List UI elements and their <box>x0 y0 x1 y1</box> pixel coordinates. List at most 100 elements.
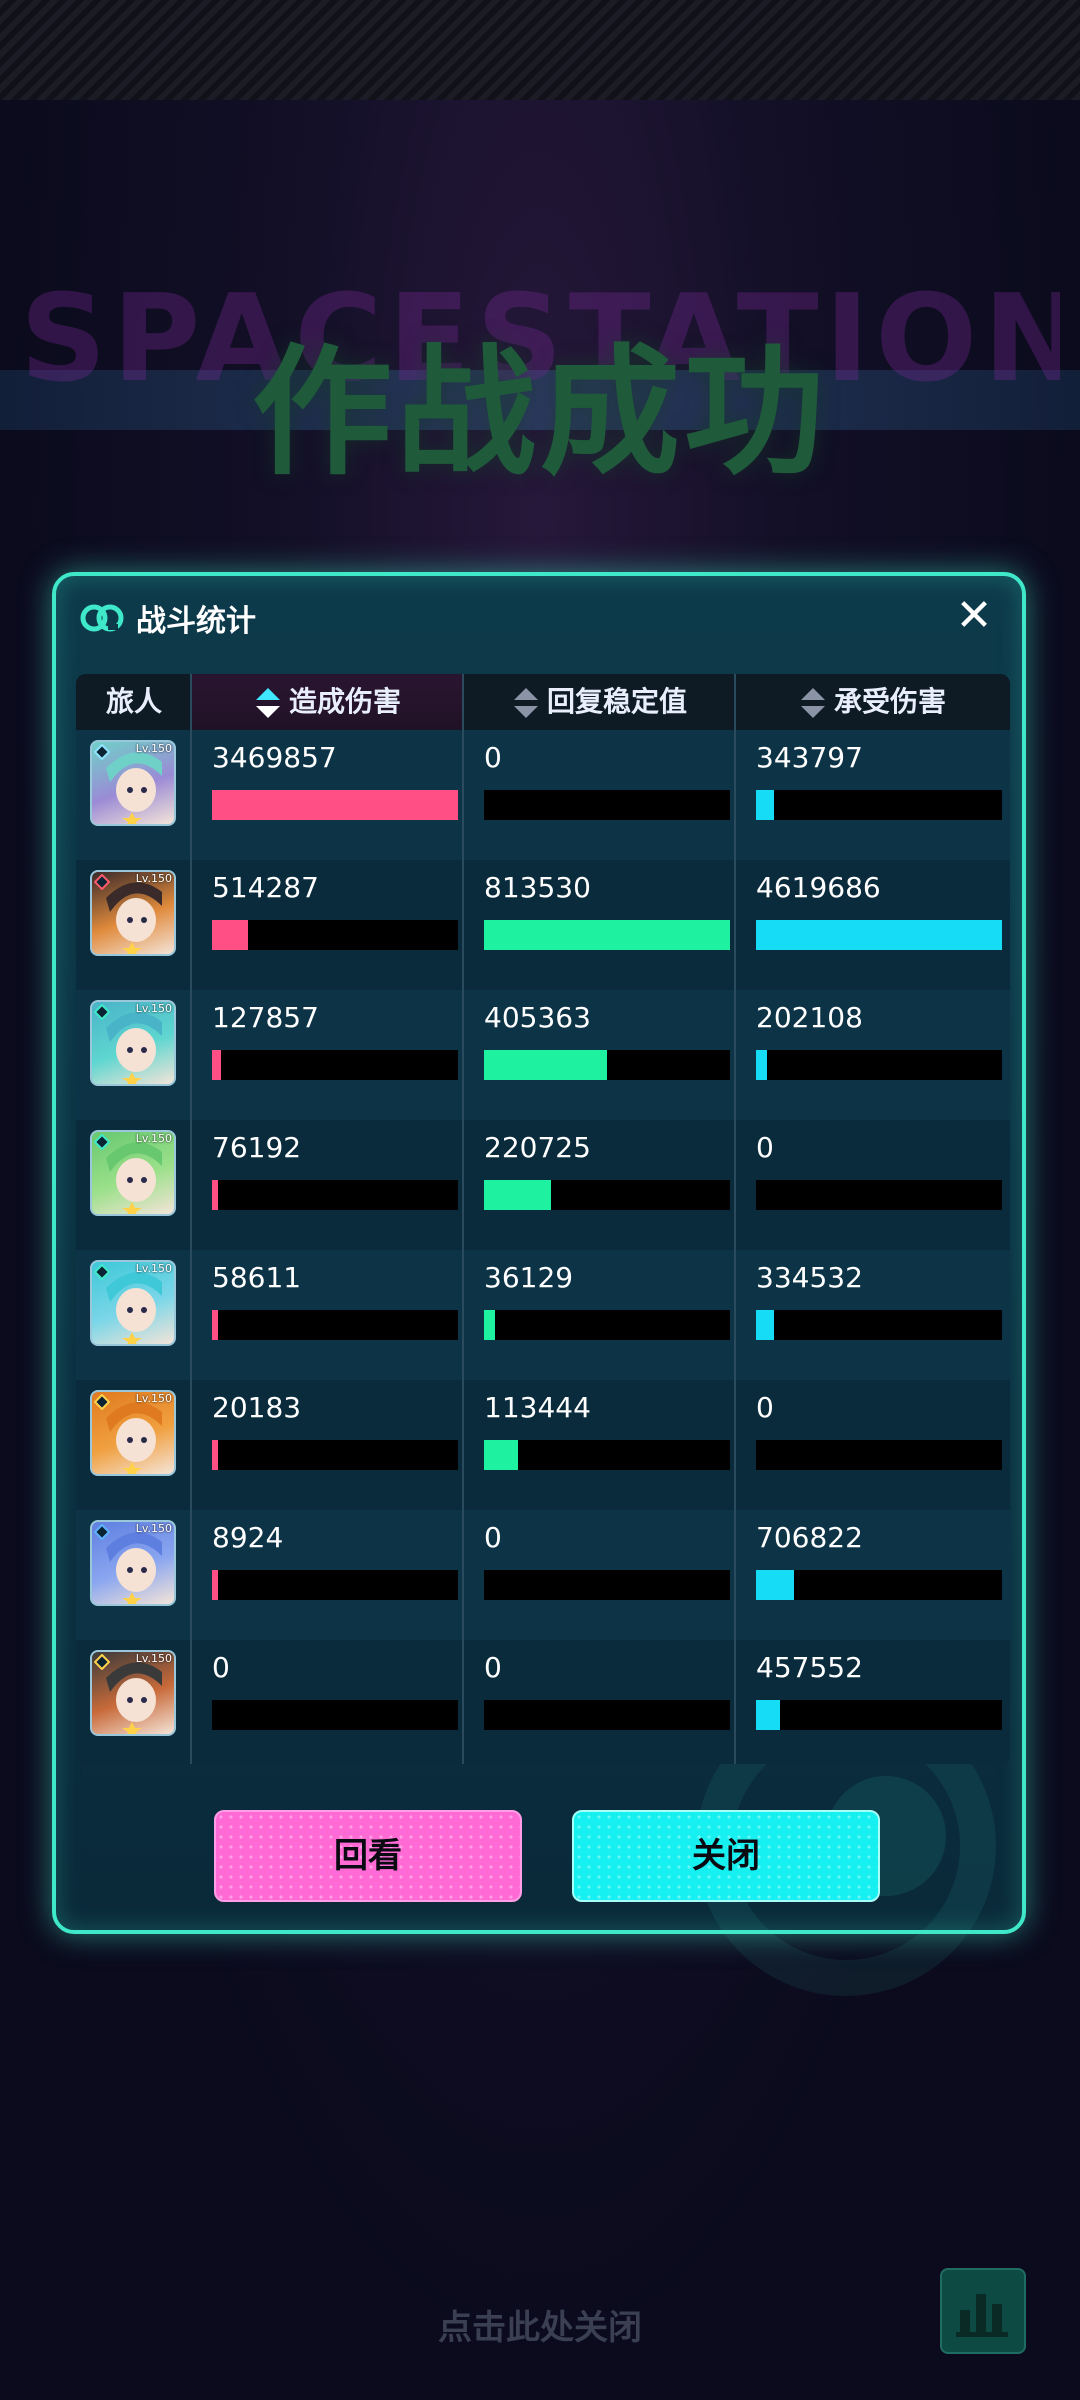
stat-bar-fill <box>756 920 1002 950</box>
stat-cell-damage-dealt: 3469857 <box>212 738 458 820</box>
stat-bar-fill <box>484 1050 607 1080</box>
class-badge-icon <box>93 1523 111 1541</box>
stat-bar <box>212 1700 458 1730</box>
table-row: Lv.150 514287 813530 4619686 <box>76 860 1010 990</box>
tap-to-close-hint[interactable]: 点击此处关闭 <box>0 2300 1080 2349</box>
stat-cell-recovery: 0 <box>484 738 730 820</box>
traveler-avatar[interactable]: Lv.150 <box>90 1260 176 1346</box>
stat-value: 220725 <box>484 1131 591 1164</box>
stat-cell-damage-dealt: 8924 <box>212 1518 458 1600</box>
class-badge-icon <box>93 1133 111 1151</box>
stat-bar <box>756 1440 1002 1470</box>
sort-icon <box>513 688 538 718</box>
stat-value: 8924 <box>212 1521 284 1554</box>
stat-bar <box>212 920 458 950</box>
sort-icon <box>800 688 825 718</box>
panel-header: 战斗统计 ✕ <box>56 576 1022 660</box>
ring-logo-icon <box>80 604 124 632</box>
header-damage-taken[interactable]: 承受伤害 <box>736 674 1010 730</box>
table-row: Lv.150 58611 36129 334532 <box>76 1250 1010 1380</box>
close-icon[interactable]: ✕ <box>952 594 996 638</box>
level-label: Lv.150 <box>135 1392 172 1405</box>
battle-stats-panel: 战斗统计 ✕ 旅人 造成伤害 回复稳定值 承受伤害 Lv.150 3469857… <box>52 572 1026 1996</box>
stat-cell-damage-taken: 0 <box>756 1388 1002 1470</box>
stat-bar <box>484 1440 730 1470</box>
stat-cell-damage-taken: 457552 <box>756 1648 1002 1730</box>
stat-bar-fill <box>212 1440 219 1470</box>
stat-cell-recovery: 405363 <box>484 998 730 1080</box>
stat-cell-damage-dealt: 58611 <box>212 1258 458 1340</box>
stats-table: 旅人 造成伤害 回复稳定值 承受伤害 Lv.150 3469857 0 3437… <box>76 674 1010 1764</box>
stat-bar <box>756 1310 1002 1340</box>
stat-bar <box>212 1310 458 1340</box>
stat-bar-fill <box>484 1310 495 1340</box>
header-damage-dealt[interactable]: 造成伤害 <box>192 674 464 730</box>
stat-value: 813530 <box>484 871 591 904</box>
stat-bar-fill <box>484 920 730 950</box>
traveler-avatar[interactable]: Lv.150 <box>90 1390 176 1476</box>
class-badge-icon <box>93 1003 111 1021</box>
stat-value: 58611 <box>212 1261 302 1294</box>
stat-value: 457552 <box>756 1651 863 1684</box>
stat-value: 0 <box>212 1651 230 1684</box>
table-row: Lv.150 8924 0 706822 <box>76 1510 1010 1640</box>
stat-value: 514287 <box>212 871 319 904</box>
stat-bar <box>484 1310 730 1340</box>
bar-chart-icon[interactable] <box>940 2268 1026 2354</box>
stat-bar <box>484 920 730 950</box>
table-row: Lv.150 20183 113444 0 <box>76 1380 1010 1510</box>
stat-bar-fill <box>484 1440 519 1470</box>
stat-bar <box>756 1700 1002 1730</box>
table-row: Lv.150 76192 220725 0 <box>76 1120 1010 1250</box>
traveler-avatar[interactable]: Lv.150 <box>90 870 176 956</box>
close-button[interactable]: 关闭 <box>572 1810 880 1902</box>
stat-value: 3469857 <box>212 741 337 774</box>
traveler-avatar[interactable]: Lv.150 <box>90 1130 176 1216</box>
stat-cell-recovery: 0 <box>484 1518 730 1600</box>
stat-bar <box>756 1570 1002 1600</box>
level-label: Lv.150 <box>135 1262 172 1275</box>
header-recovery[interactable]: 回复稳定值 <box>464 674 736 730</box>
level-label: Lv.150 <box>135 872 172 885</box>
stat-bar <box>756 1180 1002 1210</box>
stat-cell-recovery: 36129 <box>484 1258 730 1340</box>
stat-value: 4619686 <box>756 871 881 904</box>
stat-value: 0 <box>756 1391 774 1424</box>
mission-success-banner: 作战成功 <box>251 332 828 495</box>
stat-cell-damage-taken: 202108 <box>756 998 1002 1080</box>
stat-bar <box>484 1700 730 1730</box>
stat-value: 0 <box>484 1521 502 1554</box>
stat-bar <box>212 1440 458 1470</box>
stat-bar <box>484 790 730 820</box>
panel-title: 战斗统计 <box>136 604 256 639</box>
table-row: Lv.150 127857 405363 202108 <box>76 990 1010 1120</box>
stat-cell-damage-dealt: 0 <box>212 1648 458 1730</box>
stat-bar-fill <box>212 1310 219 1340</box>
stat-cell-damage-taken: 334532 <box>756 1258 1002 1340</box>
stat-bar <box>484 1570 730 1600</box>
stat-cell-damage-dealt: 76192 <box>212 1128 458 1210</box>
stat-bar-fill <box>756 1570 794 1600</box>
stat-bar-fill <box>756 1700 781 1730</box>
level-label: Lv.150 <box>135 1652 172 1665</box>
level-label: Lv.150 <box>135 1002 172 1015</box>
stat-cell-damage-dealt: 20183 <box>212 1388 458 1470</box>
replay-button[interactable]: 回看 <box>214 1810 522 1902</box>
stat-bar <box>756 1050 1002 1080</box>
stat-value: 343797 <box>756 741 863 774</box>
traveler-avatar[interactable]: Lv.150 <box>90 1520 176 1606</box>
stat-bar <box>212 1570 458 1600</box>
stat-bar-fill <box>212 1180 219 1210</box>
stat-value: 334532 <box>756 1261 863 1294</box>
stat-bar <box>484 1180 730 1210</box>
stat-cell-damage-taken: 706822 <box>756 1518 1002 1600</box>
stat-cell-recovery: 220725 <box>484 1128 730 1210</box>
stat-value: 76192 <box>212 1131 302 1164</box>
traveler-avatar[interactable]: Lv.150 <box>90 1000 176 1086</box>
traveler-avatar[interactable]: Lv.150 <box>90 1650 176 1736</box>
traveler-avatar[interactable]: Lv.150 <box>90 740 176 826</box>
stat-bar <box>212 790 458 820</box>
stat-bar-fill <box>756 790 775 820</box>
column-divider <box>734 674 736 1764</box>
stat-bar-fill <box>212 790 458 820</box>
